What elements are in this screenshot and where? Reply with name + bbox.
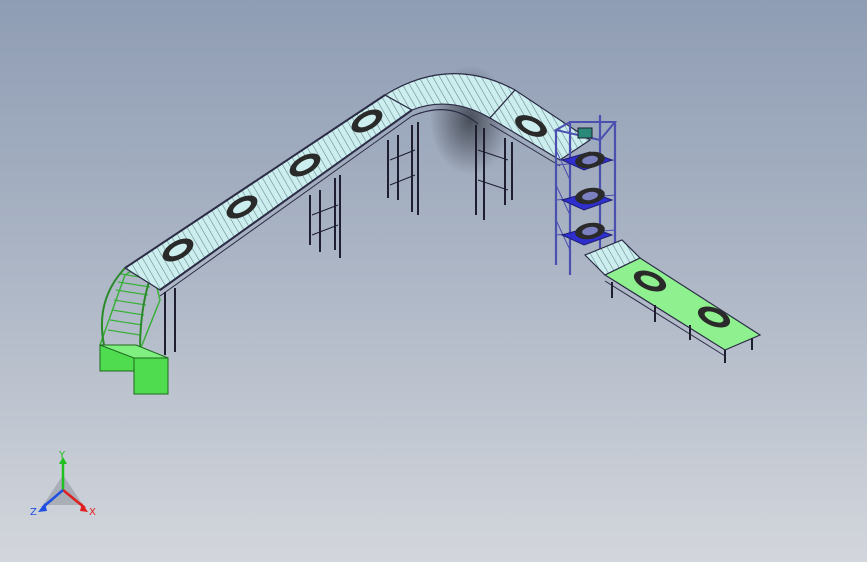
y-axis-label: Y xyxy=(58,450,66,461)
x-axis-label: X xyxy=(89,507,96,518)
z-axis-label: Z xyxy=(30,507,37,518)
cad-3d-viewport[interactable]: Y X Z xyxy=(0,0,867,562)
tower-motor xyxy=(577,127,593,139)
green-base-block xyxy=(133,357,169,395)
green-belt-conveyor[interactable] xyxy=(603,257,762,363)
coordinate-triad[interactable]: Y X Z xyxy=(30,450,96,518)
